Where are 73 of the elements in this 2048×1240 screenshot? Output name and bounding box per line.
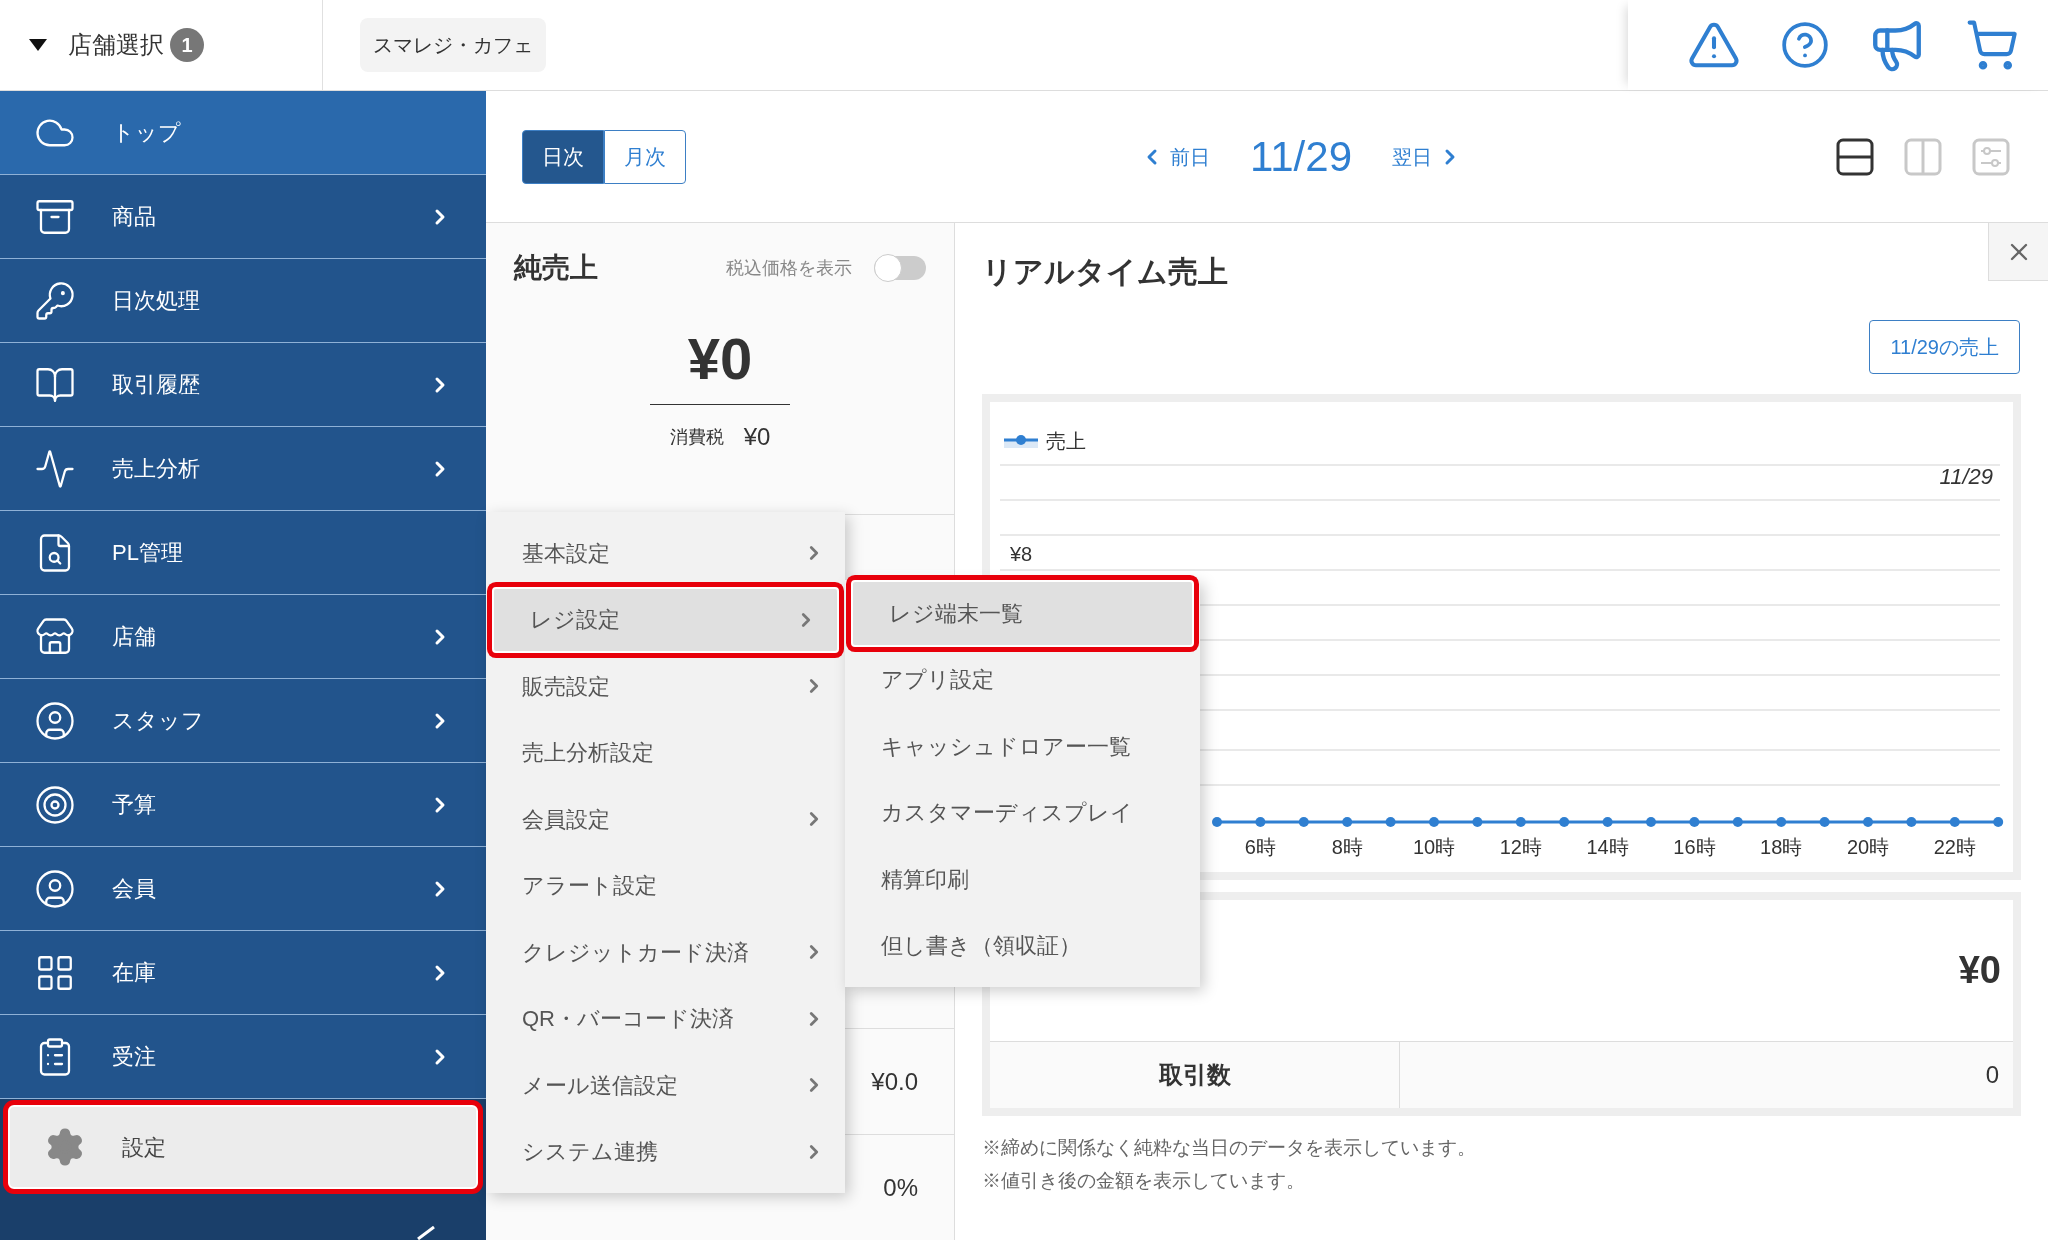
menu-item[interactable]: クレジットカード決済 xyxy=(486,919,845,986)
sidebar-item[interactable]: 会員 xyxy=(0,847,486,931)
period-tab[interactable]: 日次 xyxy=(522,129,604,184)
sidebar-item[interactable]: スタッフ xyxy=(0,679,486,763)
caret-icon xyxy=(28,38,48,52)
menu-item[interactable]: カスタマーディスプレイ xyxy=(845,779,1200,846)
tax-toggle[interactable] xyxy=(874,256,926,280)
chart-date-label: 11/29 xyxy=(1939,463,1993,491)
menu-item[interactable]: アプリ設定 xyxy=(845,646,1200,713)
tax-label: 消費税 xyxy=(669,425,724,449)
menu-item[interactable]: 基本設定 xyxy=(486,520,845,587)
menu-item[interactable]: 販売設定 xyxy=(486,653,845,720)
sliders-icon[interactable] xyxy=(1972,137,2010,176)
total-amount: ¥0 xyxy=(1958,948,2001,993)
menu-item[interactable]: 但し書き（領収証） xyxy=(845,912,1200,979)
legend-marker-icon xyxy=(1004,435,1038,448)
key-icon xyxy=(34,279,76,322)
menu-item[interactable]: 精算印刷 xyxy=(845,846,1200,913)
net-sales-amount: ¥0 xyxy=(649,315,791,405)
x-axis-label: 16時 xyxy=(1673,836,1716,858)
y-axis-label: ¥8 xyxy=(1010,543,1033,565)
horizontal-split-icon[interactable] xyxy=(1836,137,1874,176)
metric-value: ¥0.0 xyxy=(871,1066,918,1097)
sidebar-item[interactable]: 予算 xyxy=(0,763,486,847)
sidebar-item[interactable]: 日次処理 xyxy=(0,259,486,343)
close-button[interactable] xyxy=(1988,223,2048,281)
x-axis-label: 18時 xyxy=(1760,836,1803,858)
person-icon xyxy=(34,699,76,742)
panel-title: リアルタイム売上 xyxy=(982,254,1229,290)
target-icon xyxy=(34,783,76,826)
menu-item[interactable]: キャッシュドロアー一覧 xyxy=(845,713,1200,780)
x-axis-label: 6時 xyxy=(1244,836,1276,858)
menu-item[interactable]: QR・バーコード決済 xyxy=(486,985,845,1052)
x-axis-label: 20時 xyxy=(1846,836,1890,858)
sidebar-item[interactable]: トップ xyxy=(0,91,486,175)
footnote: ※値引き後の金額を表示しています。 xyxy=(982,1168,1306,1193)
panel-title: 純売上 xyxy=(514,251,599,285)
help-icon[interactable] xyxy=(1779,20,1830,70)
sidebar-item[interactable]: PL管理 xyxy=(0,511,486,595)
sidebar-item[interactable]: 在庫 xyxy=(0,931,486,1015)
tax-amount: ¥0 xyxy=(743,422,771,452)
menu-item[interactable]: 会員設定 xyxy=(486,786,845,853)
footnote: ※締めに関係なく純粋な当日のデータを表示しています。 xyxy=(982,1136,1477,1160)
sidebar-item[interactable]: 商品 xyxy=(0,175,486,259)
x-axis-label: 10時 xyxy=(1412,836,1456,858)
person-icon xyxy=(34,867,76,910)
sidebar-item[interactable]: 売上分析 xyxy=(0,427,486,511)
previous-day-link[interactable]: 前日 xyxy=(1140,141,1210,172)
count-badge: 1 xyxy=(170,28,204,62)
table-cell-text: 0 xyxy=(1985,1060,1999,1090)
current-date: 11/29 xyxy=(1250,132,1352,182)
sidebar-item[interactable]: 取引履歴 xyxy=(0,343,486,427)
table-cell-text: 取引数 xyxy=(1158,1060,1231,1090)
store-chip: スマレジ・カフェ xyxy=(360,18,546,72)
line-chart-icon xyxy=(34,447,76,490)
period-tab[interactable]: 月次 xyxy=(604,129,686,184)
menu-item[interactable]: システム連携 xyxy=(486,1118,845,1185)
menu-item[interactable]: メール送信設定 xyxy=(486,1052,845,1119)
metric-value: 0% xyxy=(883,1172,918,1203)
legend-label: 売上 xyxy=(1046,430,1086,452)
store-select[interactable]: 店舗選択 1 xyxy=(0,0,323,90)
sidebar-item[interactable]: 受注 xyxy=(0,1015,486,1099)
sidebar-item[interactable]: 店舗 xyxy=(0,595,486,679)
x-axis-label: 8時 xyxy=(1331,836,1363,858)
menu-item[interactable]: アラート設定 xyxy=(486,852,845,919)
x-axis-label: 14時 xyxy=(1586,836,1629,858)
x-axis-label: 22時 xyxy=(1933,836,1976,858)
next-day-link[interactable]: 翌日 xyxy=(1392,141,1462,172)
menu-item[interactable]: 売上分析設定 xyxy=(486,719,845,786)
x-axis-label: 12時 xyxy=(1499,836,1542,858)
toggle-label: 税込価格を表示 xyxy=(726,256,852,280)
collapse-handle-icon[interactable] xyxy=(416,1226,436,1240)
date-sales-button[interactable]: 11/29の売上 xyxy=(1869,320,2020,374)
